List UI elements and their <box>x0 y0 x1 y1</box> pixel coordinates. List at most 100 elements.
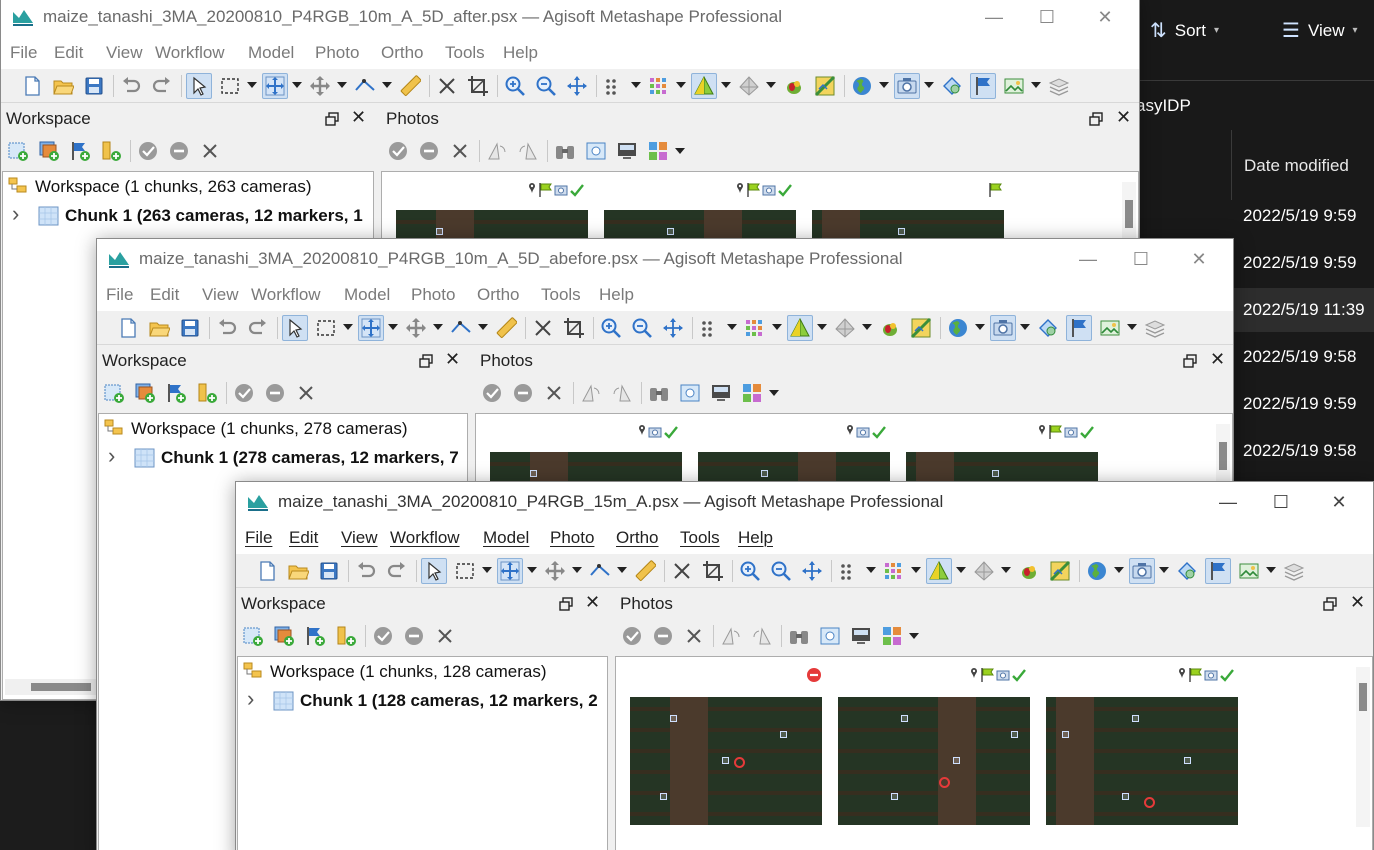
scrollbar-thumb[interactable] <box>1219 442 1227 470</box>
chevron-down-icon[interactable] <box>911 567 921 573</box>
rotate-left-icon[interactable] <box>484 138 510 164</box>
rect-select-icon[interactable] <box>452 558 478 584</box>
maximize-button[interactable]: ☐ <box>1118 245 1164 273</box>
menu-file[interactable]: File <box>106 285 133 305</box>
menu-workflow[interactable]: Workflow <box>155 43 225 63</box>
ruler-icon[interactable] <box>493 315 519 341</box>
chevron-down-icon[interactable] <box>676 82 686 88</box>
new-document-icon[interactable] <box>115 315 141 341</box>
globe-icon[interactable] <box>849 73 875 99</box>
add-scalebar-icon[interactable] <box>98 138 124 164</box>
rotate-right-icon[interactable] <box>609 380 635 406</box>
ruler-icon[interactable] <box>632 558 658 584</box>
explorer-path[interactable]: asyIDP <box>1136 96 1191 116</box>
sort-button[interactable]: ⇅ Sort ▾ <box>1150 18 1219 43</box>
disable-minus-icon[interactable] <box>510 380 536 406</box>
redo-icon[interactable] <box>245 315 271 341</box>
dense-cloud-icon[interactable] <box>881 558 907 584</box>
remove-cross-icon[interactable] <box>447 138 473 164</box>
menu-edit[interactable]: Edit <box>150 285 179 305</box>
chevron-down-icon[interactable] <box>769 390 779 396</box>
undo-icon[interactable] <box>214 315 240 341</box>
chunk-row[interactable]: › Chunk 1 (263 cameras, 12 markers, 1 <box>3 201 373 230</box>
zoom-in-icon[interactable] <box>737 558 763 584</box>
pointer-icon[interactable] <box>421 558 447 584</box>
chevron-down-icon[interactable] <box>631 82 641 88</box>
camera-icon[interactable] <box>1129 558 1155 584</box>
monitor-view-icon[interactable] <box>614 138 640 164</box>
navigation-icon[interactable] <box>262 73 288 99</box>
add-chunk-icon[interactable] <box>101 380 127 406</box>
maximize-button[interactable]: ☐ <box>1024 3 1070 31</box>
chevron-right-icon[interactable]: › <box>247 686 254 712</box>
undo-icon[interactable] <box>118 73 144 99</box>
file-row[interactable]: 2022/5/19 9:59 <box>1231 382 1374 426</box>
remove-cross-icon[interactable] <box>432 623 458 649</box>
chevron-down-icon[interactable] <box>572 567 582 573</box>
close-pane-icon[interactable]: ✕ <box>1350 592 1365 613</box>
new-document-icon[interactable] <box>19 73 45 99</box>
chevron-down-icon[interactable] <box>772 324 782 330</box>
image-view-icon[interactable] <box>1236 558 1262 584</box>
menu-ortho[interactable]: Ortho <box>381 43 424 63</box>
image-view-icon[interactable] <box>1097 315 1123 341</box>
remove-cross-icon[interactable] <box>293 380 319 406</box>
view-button[interactable]: ☰ View ▾ <box>1282 18 1358 43</box>
chevron-down-icon[interactable] <box>292 82 302 88</box>
menu-ortho[interactable]: Ortho <box>477 285 520 305</box>
chevron-down-icon[interactable] <box>1266 567 1276 573</box>
draw-polyline-icon[interactable] <box>448 315 474 341</box>
photo-thumbnail[interactable] <box>630 697 822 825</box>
chevron-down-icon[interactable] <box>817 324 827 330</box>
float-pane-icon[interactable] <box>559 596 573 611</box>
camera-icon[interactable] <box>894 73 920 99</box>
chevron-down-icon[interactable] <box>956 567 966 573</box>
close-pane-icon[interactable]: ✕ <box>351 107 366 128</box>
metashape-window-15m[interactable]: maize_tanashi_3MA_20200810_P4RGB_15m_A.p… <box>235 481 1374 850</box>
chevron-down-icon[interactable] <box>482 567 492 573</box>
vertical-scrollbar[interactable] <box>1216 424 1230 484</box>
chevron-down-icon[interactable] <box>721 82 731 88</box>
binoculars-icon[interactable] <box>646 380 672 406</box>
scrollbar-thumb[interactable] <box>1359 683 1367 711</box>
enable-check-icon[interactable] <box>135 138 161 164</box>
menu-help[interactable]: Help <box>738 528 773 548</box>
photo-frame-icon[interactable] <box>583 138 609 164</box>
chevron-down-icon[interactable] <box>766 82 776 88</box>
menu-view[interactable]: View <box>341 528 378 548</box>
save-icon[interactable] <box>177 315 203 341</box>
close-pane-icon[interactable]: ✕ <box>1116 107 1131 128</box>
binoculars-icon[interactable] <box>552 138 578 164</box>
menu-workflow[interactable]: Workflow <box>251 285 321 305</box>
title-bar[interactable]: maize_tanashi_3MA_20200810_P4RGB_15m_A.p… <box>236 482 1373 522</box>
show-points-icon[interactable] <box>697 315 723 341</box>
vertical-scrollbar[interactable] <box>1122 182 1136 242</box>
add-scalebar-icon[interactable] <box>333 623 359 649</box>
remove-cross-icon[interactable] <box>197 138 223 164</box>
delete-cross-icon[interactable] <box>669 558 695 584</box>
markers-flag-icon[interactable] <box>1066 315 1092 341</box>
disable-minus-icon[interactable] <box>650 623 676 649</box>
enable-check-icon[interactable] <box>370 623 396 649</box>
chevron-right-icon[interactable]: › <box>12 201 19 227</box>
move-object-icon[interactable] <box>542 558 568 584</box>
binoculars-icon[interactable] <box>786 623 812 649</box>
menu-help[interactable]: Help <box>503 43 538 63</box>
disable-minus-icon[interactable] <box>416 138 442 164</box>
menu-model[interactable]: Model <box>483 528 529 548</box>
rotate-right-icon[interactable] <box>515 138 541 164</box>
workspace-root[interactable]: Workspace (1 chunks, 128 cameras) <box>238 658 607 686</box>
zoom-out-icon[interactable] <box>533 73 559 99</box>
rotate-left-icon[interactable] <box>578 380 604 406</box>
chevron-down-icon[interactable] <box>527 567 537 573</box>
show-points-icon[interactable] <box>601 73 627 99</box>
chevron-down-icon[interactable] <box>617 567 627 573</box>
rect-select-icon[interactable] <box>313 315 339 341</box>
chevron-down-icon[interactable] <box>675 148 685 154</box>
chevron-down-icon[interactable] <box>478 324 488 330</box>
add-chunk-icon[interactable] <box>240 623 266 649</box>
enable-check-icon[interactable] <box>385 138 411 164</box>
remove-cross-icon[interactable] <box>681 623 707 649</box>
close-pane-icon[interactable]: ✕ <box>445 349 460 370</box>
disable-minus-icon[interactable] <box>262 380 288 406</box>
